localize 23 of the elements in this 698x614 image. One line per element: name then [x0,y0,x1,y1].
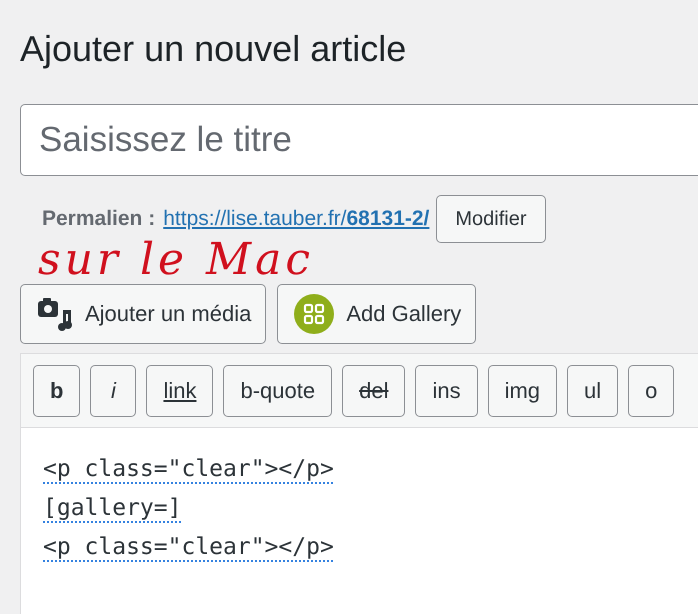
format-button[interactable]: i [90,365,136,417]
format-button[interactable]: b-quote [223,365,332,417]
handwritten-note: sur le Mac [38,238,314,282]
permalink-label: Permalien : [42,207,156,231]
format-button[interactable]: ul [567,365,618,417]
code-area[interactable]: <p class="clear"></p> [gallery=] <p class="clear"></p> [21,428,698,614]
permalink-link[interactable]: https://lise.tauber.fr/68131-2/ [163,207,430,231]
format-button[interactable]: b [33,365,80,417]
code-line: <p class="clear"></p> [43,533,334,562]
code-line: [gallery=] [43,494,182,523]
gallery-grid-icon [294,294,334,334]
format-button[interactable]: o [628,365,674,417]
add-media-button[interactable]: Ajouter un média [20,284,266,344]
edit-button[interactable]: Modifier [436,195,546,243]
page-title: Ajouter un nouvel article [20,27,408,71]
format-button[interactable]: ins [415,365,478,417]
title-field[interactable]: Saisissez le titre [20,104,698,176]
camera-music-icon [37,296,73,332]
format-button[interactable]: img [488,365,558,417]
format-button[interactable]: del [342,365,406,417]
format-button[interactable]: link [146,365,214,417]
add-gallery-button[interactable]: Add Gallery [277,284,476,344]
code-line: <p class="clear"></p> [43,455,334,484]
